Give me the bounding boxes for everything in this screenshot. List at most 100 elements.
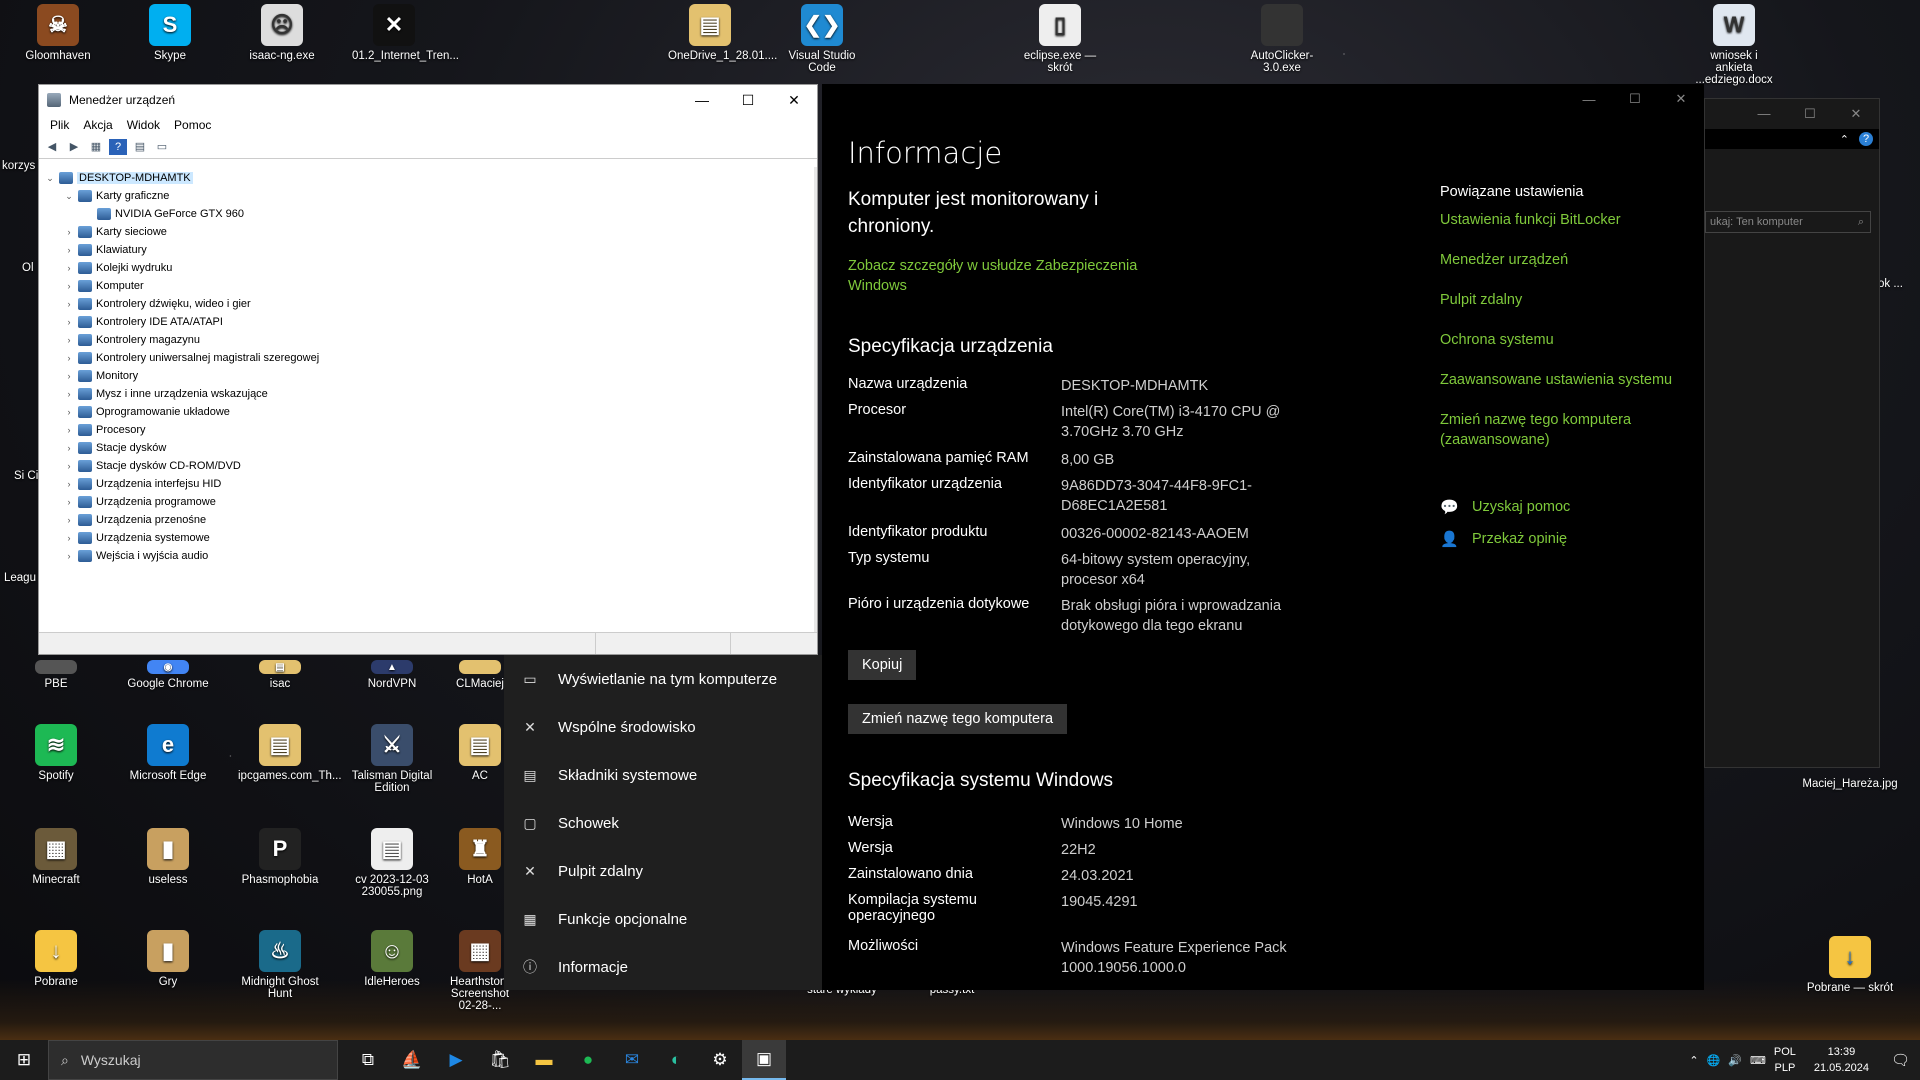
- chevron-down-icon[interactable]: ⌄: [43, 173, 57, 184]
- desktop-icon[interactable]: ☺ IdleHeroes: [350, 930, 434, 988]
- tree-node[interactable]: › Urządzenia programowe: [39, 493, 817, 511]
- nav-item[interactable]: ▤ Składniki systemowe: [504, 751, 822, 799]
- help-book-icon[interactable]: ?: [109, 138, 127, 155]
- keyboard-icon[interactable]: ⌨: [1750, 1054, 1766, 1067]
- tree-node[interactable]: › Wejścia i wyjścia audio: [39, 547, 817, 565]
- tree-node[interactable]: › Urządzenia interfejsu HID: [39, 475, 817, 493]
- chevron-right-icon[interactable]: ›: [62, 335, 76, 345]
- help-icon[interactable]: ?: [1859, 132, 1873, 146]
- feedback-link[interactable]: Przekaż opinię: [1472, 531, 1567, 547]
- desktop-icon[interactable]: ▦ Minecraft: [14, 828, 98, 886]
- nav-item[interactable]: ✕ Pulpit zdalny: [504, 847, 822, 895]
- file-explorer-icon[interactable]: ▬: [522, 1040, 566, 1080]
- tree-node[interactable]: ⌄ Karty graficzne: [39, 187, 817, 205]
- get-help-row[interactable]: 💬 Uzyskaj pomoc: [1440, 498, 1570, 516]
- chevron-right-icon[interactable]: ›: [62, 353, 76, 363]
- tree-node[interactable]: › Kontrolery IDE ATA/ATAPI: [39, 313, 817, 331]
- partial-desktop-icon-label[interactable]: korzys: [2, 160, 42, 172]
- back-arrow-icon[interactable]: ◀: [43, 139, 61, 155]
- menu-akcja[interactable]: Akcja: [76, 118, 119, 132]
- chevron-right-icon[interactable]: ›: [62, 515, 76, 525]
- desktop-icon[interactable]: ❮❯ Visual Studio Code: [780, 4, 864, 74]
- chevron-right-icon[interactable]: ›: [62, 299, 76, 309]
- chevron-right-icon[interactable]: ›: [62, 317, 76, 327]
- menu-pomoc[interactable]: Pomoc: [167, 118, 218, 132]
- chevron-right-icon[interactable]: ›: [62, 227, 76, 237]
- chevron-right-icon[interactable]: ›: [62, 479, 76, 489]
- explorer-window-background[interactable]: — ☐ ✕ ⌃ ? ukaj: Ten komputer ⌕: [1704, 98, 1880, 768]
- related-link[interactable]: Zaawansowane ustawienia systemu: [1440, 370, 1680, 390]
- chevron-right-icon[interactable]: ›: [62, 425, 76, 435]
- monitor-scan-icon[interactable]: ▭: [153, 139, 171, 155]
- copy-button[interactable]: Kopiuj: [848, 650, 917, 680]
- chevron-right-icon[interactable]: ›: [62, 533, 76, 543]
- feedback-row[interactable]: 👤 Przekaż opinię: [1440, 530, 1567, 548]
- nav-item[interactable]: ⓘ Informacje: [504, 943, 822, 991]
- tree-node[interactable]: › Monitory: [39, 367, 817, 385]
- globe-network-icon[interactable]: 🌐: [1707, 1054, 1721, 1067]
- desktop-icon[interactable]: AutoClicker-3.0.exe: [1240, 4, 1324, 74]
- chevron-up-icon[interactable]: ⌃: [1689, 1054, 1698, 1067]
- close-button[interactable]: ✕: [771, 85, 817, 115]
- chevron-up-icon[interactable]: ⌃: [1840, 133, 1849, 146]
- chevron-right-icon[interactable]: ›: [62, 461, 76, 471]
- nav-item[interactable]: ▢ Schowek: [504, 799, 822, 847]
- chevron-down-icon[interactable]: ⌄: [62, 191, 76, 202]
- minimize-button[interactable]: —: [1566, 84, 1612, 114]
- edge-icon[interactable]: ◐: [654, 1040, 698, 1080]
- desktop-icon[interactable]: ▤ AC: [450, 724, 510, 782]
- spotify-icon[interactable]: ●: [566, 1040, 610, 1080]
- related-link[interactable]: Zmień nazwę tego komputera (zaawansowane…: [1440, 410, 1680, 450]
- desktop-icon[interactable]: ≋ Spotify: [14, 724, 98, 782]
- desktop-icon[interactable]: ✕ 01.2_Internet_Tren...: [352, 4, 459, 62]
- desktop-icon[interactable]: ▦ Hearthstone Screenshot 02-28-...: [450, 930, 510, 1012]
- desktop-icon[interactable]: ↓ Pobrane: [14, 930, 98, 988]
- tree-node[interactable]: › Procesory: [39, 421, 817, 439]
- desktop-icon[interactable]: CLMaciej: [450, 660, 510, 690]
- related-link[interactable]: Ustawienia funkcji BitLocker: [1440, 210, 1680, 230]
- tree-node[interactable]: › Komputer: [39, 277, 817, 295]
- mail-icon[interactable]: ✉: [610, 1040, 654, 1080]
- settings-window[interactable]: — ☐ ✕ Informacje Komputer jest monitorow…: [822, 84, 1704, 990]
- explorer-search-input[interactable]: ukaj: Ten komputer: [1710, 216, 1858, 228]
- minimize-icon[interactable]: —: [1741, 99, 1787, 129]
- tree-node[interactable]: ⌄ DESKTOP-MDHAMTK: [39, 169, 817, 187]
- clock[interactable]: 13:39 21.05.2024: [1814, 1044, 1869, 1076]
- tree-node[interactable]: › Kontrolery uniwersalnej magistrali szer…: [39, 349, 817, 367]
- device-manager-window[interactable]: Menedżer urządzeń — ☐ ✕ Plik Akcja Widok…: [38, 84, 818, 655]
- device-manager-titlebar[interactable]: Menedżer urządzeń — ☐ ✕: [39, 85, 817, 115]
- tree-node[interactable]: › Mysz i inne urządzenia wskazujące: [39, 385, 817, 403]
- details-pane-icon[interactable]: ▤: [131, 139, 149, 155]
- desktop-icon[interactable]: ▤ OneDrive_1_28.01....: [668, 4, 777, 62]
- maximize-button[interactable]: ☐: [1612, 84, 1658, 114]
- desktop-icon[interactable]: ▯ eclipse.exe — skrót: [1018, 4, 1102, 74]
- related-link[interactable]: Ochrona systemu: [1440, 330, 1680, 350]
- desktop-icon[interactable]: ▤ isac: [238, 660, 322, 690]
- properties-grid-icon[interactable]: ▦: [87, 139, 105, 155]
- forward-arrow-icon[interactable]: ▶: [65, 139, 83, 155]
- chevron-right-icon[interactable]: ›: [62, 497, 76, 507]
- tree-node[interactable]: › Kontrolery dźwięku, wideo i gier: [39, 295, 817, 313]
- taskbar-search-box[interactable]: ⌕ Wyszukaj: [48, 1040, 338, 1080]
- desktop-icon[interactable]: ♨ Midnight Ghost Hunt: [238, 930, 322, 1000]
- nav-item[interactable]: ▭ Wyświetlanie na tym komputerze: [504, 655, 822, 703]
- menu-widok[interactable]: Widok: [120, 118, 167, 132]
- tree-node[interactable]: › Kontrolery magazynu: [39, 331, 817, 349]
- nordvpn-icon[interactable]: ⛵: [390, 1040, 434, 1080]
- tree-scrollbar[interactable]: [814, 167, 817, 632]
- speaker-icon[interactable]: 🔊: [1728, 1054, 1742, 1067]
- desktop-icon[interactable]: P Phasmophobia: [238, 828, 322, 886]
- chevron-right-icon[interactable]: ›: [62, 443, 76, 453]
- tree-node[interactable]: › Urządzenia systemowe: [39, 529, 817, 547]
- tree-node[interactable]: › Urządzenia przenośne: [39, 511, 817, 529]
- settings-gear-icon[interactable]: ⚙: [698, 1040, 742, 1080]
- store-icon[interactable]: 🛍: [478, 1040, 522, 1080]
- tree-node[interactable]: › Stacje dysków: [39, 439, 817, 457]
- task-view-icon[interactable]: ⧉: [346, 1040, 390, 1080]
- rename-pc-button[interactable]: Zmień nazwę tego komputera: [848, 704, 1068, 734]
- desktop-icon[interactable]: ▲ NordVPN: [350, 660, 434, 690]
- desktop-icon[interactable]: ☠ Gloomhaven: [16, 4, 100, 62]
- desktop-icon[interactable]: ♜ HotA: [450, 828, 510, 886]
- security-details-link[interactable]: Zobacz szczegóły w usłudze Zabezpieczeni…: [848, 256, 1148, 296]
- media-player-icon[interactable]: ▶: [434, 1040, 478, 1080]
